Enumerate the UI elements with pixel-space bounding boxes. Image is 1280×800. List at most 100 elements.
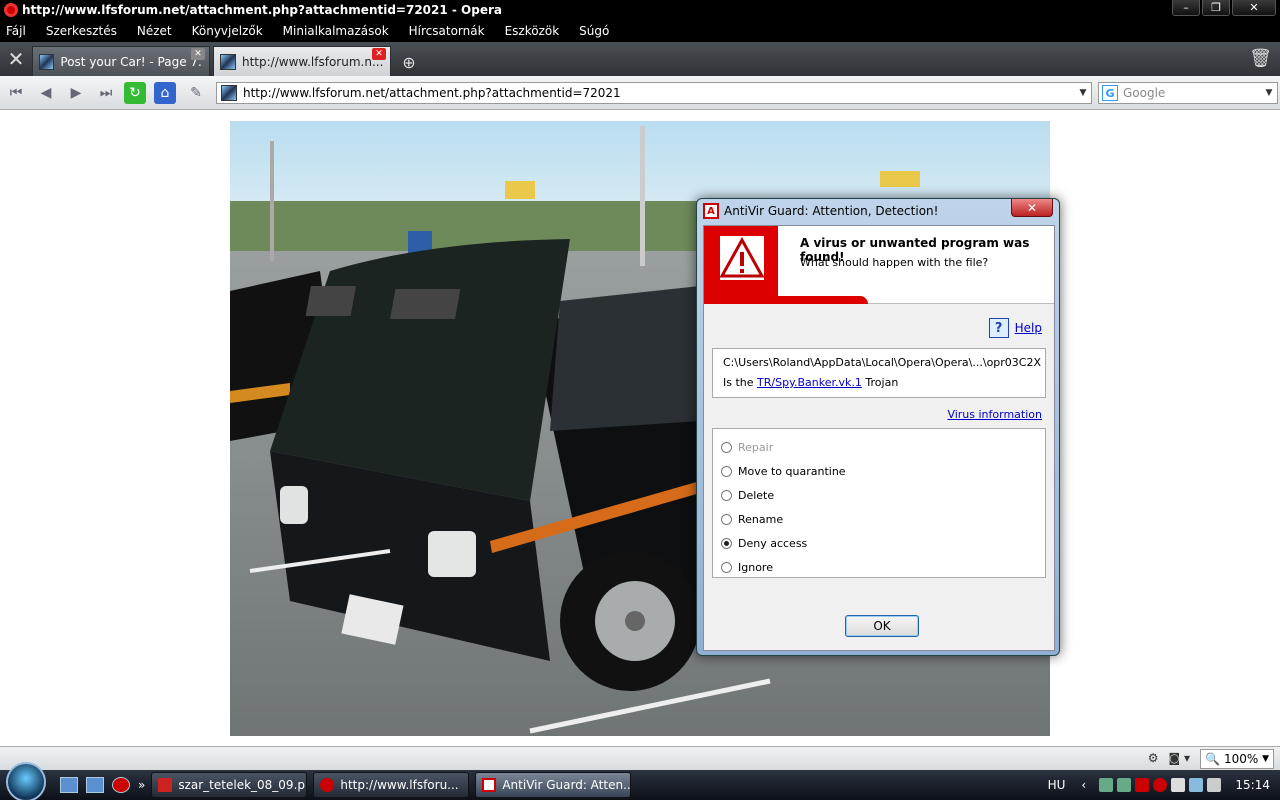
task-opera[interactable]: http://www.lfsforu... [313, 772, 470, 798]
radio-delete[interactable] [721, 489, 732, 501]
switch-windows-icon[interactable] [86, 777, 104, 793]
task-antivir[interactable]: AntiVir Guard: Atten... [475, 772, 632, 798]
dialog-title: AntiVir Guard: Attention, Detection! [724, 204, 939, 218]
forward-icon[interactable]: ▶ [62, 79, 90, 107]
option-ignore[interactable]: Ignore [721, 555, 1037, 579]
help-link[interactable]: ? Help [988, 318, 1042, 338]
help-text[interactable]: Help [1015, 321, 1042, 335]
fast-forward-icon[interactable]: ⏭ [92, 79, 120, 107]
option-deny-access[interactable]: Deny access [721, 531, 1037, 555]
dialog-close-button[interactable]: ✕ [1011, 199, 1053, 217]
radio-deny-access[interactable] [721, 537, 732, 549]
quick-launch-more-icon[interactable]: » [138, 778, 145, 792]
option-delete[interactable]: Delete [721, 483, 1037, 507]
task-label: szar_tetelek_08_09.p... [178, 778, 308, 792]
google-icon[interactable]: G [1102, 85, 1118, 101]
option-label[interactable]: Deny access [738, 537, 807, 550]
menu-widgets[interactable]: Minialkalmazások [283, 24, 389, 38]
virus-information-link[interactable]: Virus information [947, 408, 1042, 421]
radio-repair [721, 441, 732, 453]
menu-file[interactable]: Fájl [6, 24, 26, 38]
detection-line: Is the TR/Spy.Banker.vk.1 Trojan [723, 375, 1035, 395]
tab-post-your-car[interactable]: Post your Car! - Page 7... ✕ [32, 46, 210, 76]
radio-ignore[interactable] [721, 561, 732, 573]
menu-view[interactable]: Nézet [137, 24, 172, 38]
close-window-button[interactable]: ✕ [1232, 0, 1276, 16]
tab-close-icon[interactable]: ✕ [372, 48, 386, 60]
chevron-down-icon[interactable]: ▼ [1261, 88, 1277, 98]
zoom-control[interactable]: 🔍 100% ▼ [1200, 749, 1274, 769]
search-field[interactable]: G Google ▼ [1098, 82, 1278, 104]
menu-feeds[interactable]: Hírcsatornák [409, 24, 485, 38]
home-icon[interactable]: ⌂ [154, 81, 176, 104]
status-icons: ⚙ ◙ ▾ [1148, 751, 1190, 765]
task-pdf[interactable]: szar_tetelek_08_09.p... [151, 772, 308, 798]
menu-bar: Fájl Szerkesztés Nézet Könyvjelzők Minia… [0, 20, 1280, 42]
trash-icon[interactable]: 🗑 [1249, 48, 1272, 69]
window-title: http://www.lfsforum.net/attachment.php?a… [22, 3, 503, 17]
chevron-down-icon[interactable]: ▼ [1075, 88, 1091, 98]
option-label: Repair [738, 440, 774, 454]
menu-edit[interactable]: Szerkesztés [46, 24, 117, 38]
radio-rename[interactable] [721, 513, 732, 525]
pdf-icon [158, 778, 173, 792]
clock[interactable]: 15:14 [1235, 778, 1270, 792]
reload-icon[interactable]: ↻ [124, 81, 146, 104]
minimize-button[interactable]: – [1172, 0, 1200, 16]
opera-tray-icon[interactable] [1153, 778, 1168, 792]
search-placeholder[interactable]: Google [1123, 86, 1261, 100]
dialog-body: A virus or unwanted program was found! W… [703, 225, 1055, 651]
antivir-icon [482, 778, 497, 792]
option-label[interactable]: Rename [738, 513, 783, 526]
taskbar: » szar_tetelek_08_09.p... http://www.lfs… [0, 762, 1280, 800]
address-field[interactable]: http://www.lfsforum.net/attachment.php?a… [216, 82, 1092, 104]
back-icon[interactable]: ◀ [32, 79, 60, 107]
rewind-icon[interactable]: ⏮ [2, 79, 30, 107]
status-bar: ⚙ ◙ ▾ 🔍 100% ▼ [0, 746, 1280, 770]
antivir-tray-icon[interactable] [1135, 778, 1150, 792]
option-label[interactable]: Ignore [738, 561, 773, 574]
option-rename[interactable]: Rename [721, 507, 1037, 531]
tray-expand-icon[interactable]: ‹ [1081, 778, 1095, 792]
url-text[interactable]: http://www.lfsforum.net/attachment.php?a… [243, 86, 1075, 100]
menu-bookmarks[interactable]: Könyvjelzők [192, 24, 263, 38]
quick-launch [60, 777, 130, 793]
volume-icon[interactable] [1207, 778, 1222, 792]
dialog-header: A virus or unwanted program was found! W… [704, 226, 1054, 304]
restore-button[interactable]: ❐ [1202, 0, 1230, 16]
file-path: C:\Users\Roland\AppData\Local\Opera\Oper… [723, 356, 1042, 369]
opera-launch-icon[interactable] [112, 777, 130, 793]
zoom-value: 100% [1223, 752, 1259, 766]
system-tray: HU ‹ 15:14 [1048, 770, 1280, 800]
dialog-titlebar: A AntiVir Guard: Attention, Detection! [697, 199, 1059, 223]
start-button[interactable] [6, 762, 46, 800]
camera-icon[interactable]: ◙ ▾ [1169, 751, 1190, 765]
ok-button[interactable]: OK [845, 615, 919, 637]
option-move-to-quarantine[interactable]: Move to quarantine [721, 459, 1037, 483]
warning-icon [719, 236, 765, 280]
sync-icon[interactable] [1117, 778, 1132, 792]
detection-prefix: Is the [723, 376, 754, 389]
edit-icon[interactable]: ✎ [182, 79, 210, 107]
battery-icon[interactable] [1171, 778, 1186, 792]
language-indicator[interactable]: HU [1048, 778, 1066, 792]
menu-help[interactable]: Súgó [579, 24, 609, 38]
radio-quarantine[interactable] [721, 465, 732, 477]
tools-icon[interactable]: ✕ [0, 42, 32, 76]
tab-close-icon[interactable]: ✕ [191, 48, 205, 60]
wifi-icon[interactable] [1189, 778, 1204, 792]
tab-attachment[interactable]: http://www.lfsforum.n... ✕ [213, 46, 391, 76]
option-label[interactable]: Delete [738, 489, 774, 502]
opera-icon [320, 778, 335, 792]
help-icon[interactable]: ? [988, 318, 1009, 338]
security-icon[interactable]: ⚙ [1148, 751, 1159, 765]
new-tab-icon[interactable]: ⊕ [394, 48, 424, 76]
chevron-down-icon[interactable]: ▼ [1262, 754, 1269, 764]
network-icon[interactable] [1099, 778, 1114, 792]
menu-tools[interactable]: Eszközök [505, 24, 560, 38]
virus-name-link[interactable]: TR/Spy.Banker.vk.1 [757, 376, 862, 389]
action-options: Repair Move to quarantine Delete Rename … [712, 428, 1046, 578]
opera-icon [4, 3, 18, 17]
option-label[interactable]: Move to quarantine [738, 465, 846, 478]
show-desktop-icon[interactable] [60, 777, 78, 793]
